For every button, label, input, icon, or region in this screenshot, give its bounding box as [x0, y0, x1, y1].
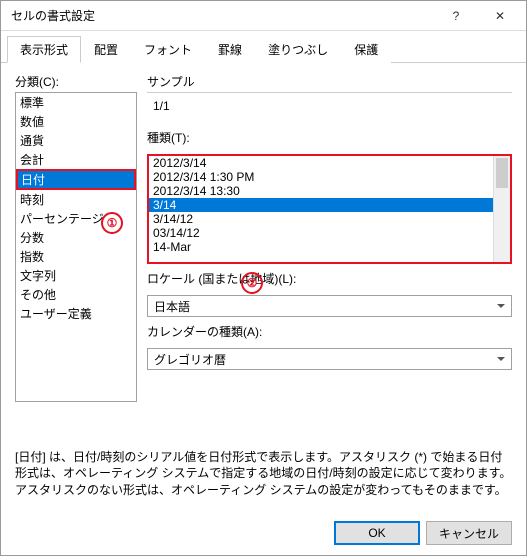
close-button[interactable]: ✕ — [478, 2, 522, 30]
category-item[interactable]: 時刻 — [16, 190, 136, 209]
detail-panel: サンプル 1/1 種類(T): 2012/3/14 2012/3/14 1:30… — [147, 73, 512, 402]
help-button[interactable]: ? — [434, 2, 478, 30]
type-item-selected[interactable]: 3/14 — [149, 198, 493, 212]
close-icon: ✕ — [495, 9, 505, 23]
type-item[interactable]: 03/14/12 — [149, 226, 493, 240]
sample-group: サンプル 1/1 — [147, 73, 512, 123]
category-item[interactable]: 指数 — [16, 247, 136, 266]
category-item[interactable]: 通貨 — [16, 131, 136, 150]
type-item[interactable]: 2012/3/14 13:30 — [149, 184, 493, 198]
type-item[interactable]: 14-Mar — [149, 240, 493, 254]
locale-select[interactable]: 日本語 — [147, 295, 512, 317]
tab-border[interactable]: 罫線 — [205, 36, 255, 63]
type-list: 2012/3/14 2012/3/14 1:30 PM 2012/3/14 13… — [149, 156, 493, 262]
titlebar: セルの書式設定 ? ✕ — [1, 1, 526, 31]
help-icon: ? — [453, 9, 460, 23]
calendar-select[interactable]: グレゴリオ暦 — [147, 348, 512, 370]
category-listbox[interactable]: 標準 数値 通貨 会計 日付 時刻 パーセンテージ 分数 指数 文字列 その他 … — [15, 92, 137, 402]
sample-label: サンプル — [147, 73, 512, 93]
category-label: 分類(C): — [15, 73, 137, 90]
tab-fill[interactable]: 塗りつぶし — [255, 36, 341, 63]
category-panel: 分類(C): 標準 数値 通貨 会計 日付 時刻 パーセンテージ 分数 指数 文… — [15, 73, 137, 402]
locale-label: ロケール (国または地域)(L): — [147, 270, 512, 287]
annotation-2: ② — [241, 271, 263, 294]
locale-value: 日本語 — [154, 298, 190, 315]
dialog-body: 分類(C): 標準 数値 通貨 会計 日付 時刻 パーセンテージ 分数 指数 文… — [1, 63, 526, 402]
tab-number-format[interactable]: 表示形式 — [7, 36, 81, 63]
category-item[interactable]: 会計 — [16, 150, 136, 169]
type-item[interactable]: 2012/3/14 1:30 PM — [149, 170, 493, 184]
sample-value: 1/1 — [147, 95, 512, 123]
type-item[interactable]: 2012/3/14 — [149, 156, 493, 170]
scrollbar-thumb[interactable] — [496, 158, 508, 188]
ok-button[interactable]: OK — [334, 521, 420, 545]
tab-protection[interactable]: 保護 — [341, 36, 391, 63]
category-item[interactable]: 標準 — [16, 93, 136, 112]
tab-alignment[interactable]: 配置 — [81, 36, 131, 63]
category-item[interactable]: その他 — [16, 285, 136, 304]
type-item[interactable]: 3/14/12 — [149, 212, 493, 226]
calendar-value: グレゴリオ暦 — [154, 351, 226, 368]
description-text: [日付] は、日付/時刻のシリアル値を日付形式で表示します。アスタリスク (*)… — [1, 449, 526, 499]
type-scrollbar[interactable] — [493, 156, 510, 262]
dialog-window: セルの書式設定 ? ✕ 表示形式 配置 フォント 罫線 塗りつぶし 保護 分類(… — [0, 0, 527, 556]
tab-strip: 表示形式 配置 フォント 罫線 塗りつぶし 保護 — [1, 31, 526, 63]
annotation-1: ① — [101, 211, 123, 234]
calendar-label: カレンダーの種類(A): — [147, 323, 512, 340]
window-title: セルの書式設定 — [11, 7, 434, 24]
category-item-selected[interactable]: 日付 — [16, 169, 136, 190]
cancel-button[interactable]: キャンセル — [426, 521, 512, 545]
category-item[interactable]: 数値 — [16, 112, 136, 131]
category-item[interactable]: 文字列 — [16, 266, 136, 285]
type-label: 種類(T): — [147, 129, 512, 146]
category-item[interactable]: ユーザー定義 — [16, 304, 136, 323]
type-listbox[interactable]: 2012/3/14 2012/3/14 1:30 PM 2012/3/14 13… — [147, 154, 512, 264]
button-bar: OK キャンセル — [334, 521, 512, 545]
tab-font[interactable]: フォント — [131, 36, 205, 63]
